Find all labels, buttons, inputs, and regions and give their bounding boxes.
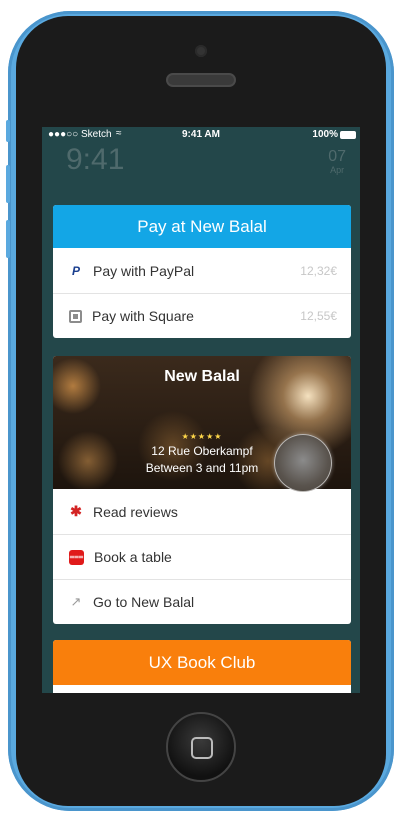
read-reviews-label: Read reviews (93, 503, 178, 520)
pay-with-square-row[interactable]: Pay with Square 12,55€ (53, 293, 351, 338)
arrow-up-right-icon: ↗ (70, 594, 82, 609)
pay-card: Pay at New Balal P Pay with PayPal 12,32… (53, 205, 351, 338)
lock-screen-date: 07 Apr (328, 148, 346, 176)
read-reviews-row[interactable]: ✱ Read reviews (53, 489, 351, 534)
battery-icon (340, 131, 356, 139)
yelp-icon: ✱ (70, 503, 82, 519)
volume-down-button (6, 220, 10, 258)
paypal-label: Pay with PayPal (93, 262, 195, 279)
book-table-label: Book a table (94, 549, 172, 565)
place-card: New Balal ★★★★★ 12 Rue Oberkampf Between… (53, 356, 351, 624)
book-club-card: UX Book Club (53, 640, 351, 693)
screen: ●●●○○ Sketch ≈ 9:41 AM 100% 9:41 07 Apr … (42, 127, 360, 693)
place-photo-avatar (274, 434, 332, 492)
home-button-square-icon (191, 737, 213, 759)
battery-percent: 100% (312, 129, 338, 140)
status-bar: ●●●○○ Sketch ≈ 9:41 AM 100% (42, 127, 360, 143)
home-button[interactable] (166, 712, 236, 782)
lock-screen-month: Apr (330, 165, 345, 175)
book-club-header[interactable]: UX Book Club (53, 640, 351, 685)
place-hero[interactable]: New Balal ★★★★★ 12 Rue Oberkampf Between… (53, 356, 351, 492)
table-reservation-icon: ⩶ (69, 549, 84, 565)
go-to-place-row[interactable]: ↗ Go to New Balal (53, 579, 351, 624)
earpiece-speaker (166, 73, 236, 87)
pay-card-title: Pay at New Balal (137, 216, 267, 236)
place-title: New Balal (164, 368, 240, 385)
paypal-amount: 12,32€ (300, 263, 337, 278)
square-label: Pay with Square (92, 308, 194, 324)
go-to-place-label: Go to New Balal (93, 594, 195, 610)
volume-up-button (6, 165, 10, 203)
lock-screen-day: 07 (328, 148, 346, 165)
book-club-title: UX Book Club (148, 652, 256, 672)
paypal-icon: P (71, 263, 80, 278)
mute-switch (6, 120, 10, 142)
book-table-row[interactable]: ⩶ Book a table (53, 534, 351, 579)
square-amount: 12,55€ (300, 309, 337, 323)
pay-with-paypal-row[interactable]: P Pay with PayPal 12,32€ (53, 248, 351, 293)
square-icon (69, 309, 82, 323)
pay-card-header[interactable]: Pay at New Balal (53, 205, 351, 248)
front-camera (195, 45, 207, 57)
lock-screen-time: 9:41 (66, 143, 125, 176)
